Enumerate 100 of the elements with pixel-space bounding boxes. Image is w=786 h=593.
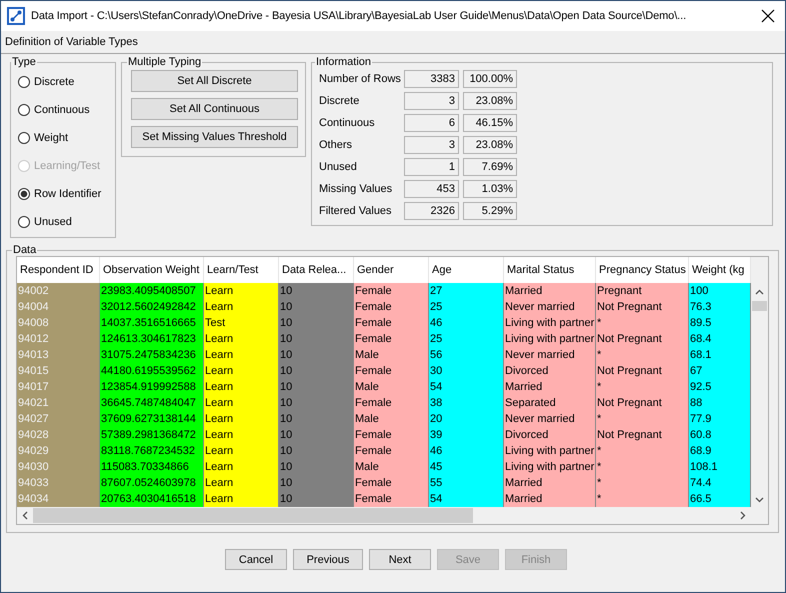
scroll-down-icon[interactable] (755, 497, 764, 503)
footer-button[interactable]: Cancel (225, 549, 287, 570)
table-cell: 10 (279, 283, 354, 299)
info-label: Discrete (319, 95, 360, 107)
scrollbar-thumb[interactable] (33, 508, 473, 523)
table-cell: 87607.0524603978 (100, 475, 204, 491)
radio-label[interactable]: Unused (34, 216, 72, 228)
percent-field: 1.03% (463, 180, 517, 198)
step-title: Definition of Variable Types (5, 36, 138, 48)
radio-label[interactable]: Continuous (34, 104, 90, 116)
table-cell: Never married (504, 347, 596, 363)
table-cell: 25 (429, 299, 504, 315)
table-cell: Not Pregnant (596, 299, 689, 315)
radio-button[interactable] (18, 76, 30, 88)
table-cell: Female (354, 443, 429, 459)
radio-label[interactable]: Row Identifier (34, 188, 102, 200)
table-cell: 10 (279, 491, 354, 507)
table-cell: 94008 (17, 315, 100, 331)
table-cell: Learn (204, 395, 279, 411)
info-label: Filtered Values (319, 205, 393, 217)
table-cell: 10 (279, 363, 354, 379)
table-cell: Female (354, 427, 429, 443)
typing-button[interactable]: Set Missing Values Threshold (131, 126, 298, 148)
info-label: Others (319, 139, 354, 151)
footer-button[interactable]: Previous (293, 549, 363, 570)
radio-label[interactable]: Discrete (34, 76, 74, 88)
table-cell: 88 (689, 395, 751, 411)
table-cell: * (596, 411, 689, 427)
scroll-left-icon[interactable] (22, 511, 28, 520)
count-field: 453 (404, 180, 459, 198)
typing-button[interactable]: Set All Continuous (131, 98, 298, 120)
table-cell: 14037.3516516665 (100, 315, 204, 331)
table-cell: Learn (204, 363, 279, 379)
radio-button[interactable] (18, 104, 30, 116)
table-cell: 32012.5602492842 (100, 299, 204, 315)
scroll-right-icon[interactable] (740, 511, 746, 520)
table-cell: Male (354, 347, 429, 363)
table-cell: 108.1 (689, 459, 751, 475)
table-cell: 25 (429, 331, 504, 347)
table-cell: Female (354, 299, 429, 315)
table-cell: Female (354, 283, 429, 299)
table-cell: 10 (279, 443, 354, 459)
table-cell: Not Pregnant (596, 363, 689, 379)
table-cell: * (596, 459, 689, 475)
table-cell: Married (504, 491, 596, 507)
table-cell: * (596, 491, 689, 507)
table-cell: 45 (429, 459, 504, 475)
scrollbar-thumb[interactable] (752, 301, 767, 311)
table-cell: Test (204, 315, 279, 331)
table-cell: Learn (204, 459, 279, 475)
table-cell: 68.4 (689, 331, 751, 347)
count-field: 6 (404, 114, 459, 132)
percent-field: 100.00% (463, 70, 517, 88)
table-cell: Female (354, 475, 429, 491)
table-cell: * (596, 379, 689, 395)
app-icon (7, 7, 25, 25)
table-cell: Separated (504, 395, 596, 411)
radio-button[interactable] (18, 132, 30, 144)
group-title: Type (11, 56, 37, 68)
table-cell: 20 (429, 411, 504, 427)
count-field: 3383 (404, 70, 459, 88)
table-cell: Male (354, 459, 429, 475)
table-cell: Divorced (504, 427, 596, 443)
table-cell: Female (354, 395, 429, 411)
table-cell: Living with partner (504, 315, 596, 331)
table-cell: Divorced (504, 363, 596, 379)
table-cell: 23983.4095408507 (100, 283, 204, 299)
close-icon[interactable] (761, 9, 775, 23)
scroll-up-icon[interactable] (755, 289, 764, 295)
table-cell: 54 (429, 491, 504, 507)
table-cell: * (596, 315, 689, 331)
table-cell: Learn (204, 379, 279, 395)
table-cell: 10 (279, 299, 354, 315)
table-cell: 10 (279, 379, 354, 395)
table-cell: 55 (429, 475, 504, 491)
table-cell: Learn (204, 299, 279, 315)
table-cell: Female (354, 315, 429, 331)
table-cell: 10 (279, 347, 354, 363)
percent-field: 46.15% (463, 114, 517, 132)
table-cell: Female (354, 331, 429, 347)
table-cell: 10 (279, 331, 354, 347)
radio-button[interactable] (18, 188, 30, 200)
table-cell: 10 (279, 475, 354, 491)
group-title: Data (12, 244, 38, 256)
footer-button[interactable]: Next (369, 549, 431, 570)
table-cell: 27 (429, 283, 504, 299)
percent-field: 5.29% (463, 202, 517, 220)
table-cell: 94013 (17, 347, 100, 363)
table-cell: 94034 (17, 491, 100, 507)
table-cell: Not Pregnant (596, 331, 689, 347)
radio-button[interactable] (18, 216, 30, 228)
group-title: Multiple Typing (127, 56, 202, 68)
table-cell: 39 (429, 427, 504, 443)
table-cell: 46 (429, 315, 504, 331)
radio-label[interactable]: Weight (34, 132, 68, 144)
typing-button[interactable]: Set All Discrete (131, 70, 298, 92)
table-cell: 46 (429, 443, 504, 459)
table-cell: 57389.2981368472 (100, 427, 204, 443)
percent-field: 23.08% (463, 92, 517, 110)
table-cell: 94017 (17, 379, 100, 395)
